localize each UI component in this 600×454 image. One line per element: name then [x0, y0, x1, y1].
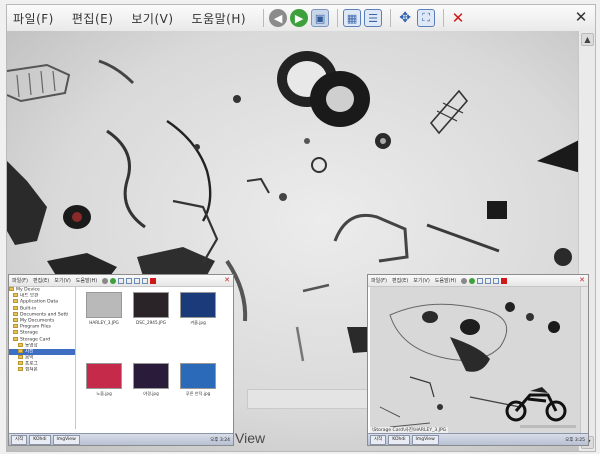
taskbar: 시작 KOhdi ImgView 오후 3:25	[368, 433, 588, 445]
motorcycle-parts-photo	[370, 287, 580, 433]
menu-bar: 파일(F) 편집(E) 보기(V) 도움말(H) ✕	[368, 275, 588, 287]
menu-help[interactable]: 도움말(H)	[76, 277, 97, 284]
menu-help[interactable]: 도움말(H)	[435, 277, 456, 284]
thumbnail-image	[86, 362, 122, 389]
thumbnail-item[interactable]: 겨울.jpg	[178, 292, 218, 359]
folder-icon	[18, 355, 23, 360]
thumbnail-item[interactable]: 노을.jpg	[84, 362, 124, 430]
image-icon[interactable]: ▣	[311, 9, 330, 27]
menu-bar: 파일(F) 편집(E) 보기(V) 도움말(H) ◀ ▶ ▣ ▦ ☰ ✥ ⛶ ✕…	[7, 5, 595, 32]
menu-edit[interactable]: 편집(E)	[33, 277, 49, 284]
close-button[interactable]: ✕	[579, 276, 585, 285]
menu-bar: 파일(F) 편집(E) 보기(V) 도움말(H) ✕	[9, 275, 233, 287]
image-viewer-window: 파일(F) 편집(E) 보기(V) 도움말(H) ✕ 시작 KOhdi ImgV…	[367, 274, 589, 446]
back-icon[interactable]: ◀	[269, 9, 288, 27]
start-button[interactable]: 시작	[11, 434, 28, 445]
thumbnail-grid: HARLEY_3.JPG DSC_2945.JPG 겨울.jpg 노을.jpg …	[76, 287, 231, 429]
taskbar: 시작 KOhdi ImgView 오후 3:24	[9, 433, 233, 445]
close-button[interactable]: ✕	[224, 276, 230, 285]
toolbar-separator	[443, 9, 445, 27]
thumbnail-image	[133, 362, 169, 389]
start-button[interactable]: 시작	[370, 434, 387, 445]
folder-icon	[13, 330, 18, 335]
thumbnail-view-icon[interactable]	[126, 277, 133, 284]
folder-icon	[13, 299, 18, 304]
thumbnail-caption: 야경.jpg	[143, 390, 159, 396]
menu-edit[interactable]: 편집(E)	[392, 277, 408, 284]
delete-icon[interactable]: ✕	[449, 9, 467, 27]
taskbar-item[interactable]: ImgView	[52, 434, 80, 445]
thumbnail-view-icon[interactable]	[485, 277, 492, 284]
thumbnail-caption: 겨울.jpg	[190, 320, 206, 325]
delete-icon[interactable]	[150, 277, 157, 284]
back-icon[interactable]	[461, 277, 468, 284]
horizontal-scrollbar[interactable]	[247, 389, 369, 409]
view-watermark: View	[235, 430, 266, 446]
taskbar-item[interactable]: KOhdi	[29, 434, 51, 445]
image-icon[interactable]	[118, 277, 125, 284]
forward-icon[interactable]: ▶	[290, 9, 309, 27]
menu-file[interactable]: 파일(F)	[7, 10, 54, 27]
thumbnail-item[interactable]: 야경.jpg	[131, 362, 171, 430]
thumbnail-image	[133, 292, 169, 318]
thumbnail-caption: HARLEY_3.JPG	[89, 320, 119, 325]
menu-view[interactable]: 보기(V)	[125, 10, 173, 27]
list-view-icon[interactable]: ☰	[364, 9, 383, 27]
menu-file[interactable]: 파일(F)	[371, 277, 387, 284]
photo-display	[370, 287, 580, 433]
close-button[interactable]: ✕	[573, 9, 589, 25]
forward-icon[interactable]	[110, 277, 117, 284]
taskbar-clock: 오후 3:25	[565, 437, 585, 443]
toolbar-separator	[390, 9, 392, 27]
menu-file[interactable]: 파일(F)	[12, 277, 28, 284]
back-icon[interactable]	[102, 277, 109, 284]
menu-view[interactable]: 보기(V)	[413, 277, 430, 284]
folder-icon	[18, 367, 23, 372]
folder-icon	[9, 287, 14, 291]
menu-view[interactable]: 보기(V)	[54, 277, 71, 284]
list-view-icon[interactable]	[134, 277, 141, 284]
taskbar-item[interactable]: KOhdi	[388, 434, 410, 445]
thumbnail-caption: 푸른 언덕.jpg	[185, 390, 211, 396]
fullscreen-icon[interactable]: ⛶	[417, 9, 436, 27]
folder-icon	[13, 293, 18, 298]
toolbar-separator	[263, 9, 265, 27]
taskbar-clock: 오후 3:24	[210, 437, 230, 443]
fullscreen-icon[interactable]	[142, 277, 149, 284]
image-icon[interactable]	[477, 277, 484, 284]
folder-icon	[13, 324, 18, 329]
folder-tree: My Device 내드 보관 Application Data Built-i…	[9, 287, 76, 429]
thumbnail-item[interactable]: DSC_2945.JPG	[131, 292, 171, 359]
thumbnail-image	[86, 292, 122, 318]
thumbnail-item[interactable]: 푸른 언덕.jpg	[178, 362, 218, 430]
forward-icon[interactable]	[469, 277, 476, 284]
thumbnail-image	[180, 292, 216, 318]
vertical-scrollbar[interactable]	[580, 287, 588, 433]
thumbnail-caption: DSC_2945.JPG	[136, 320, 166, 325]
folder-icon	[13, 305, 18, 310]
folder-icon	[13, 317, 18, 322]
file-browser-window: 파일(F) 편집(E) 보기(V) 도움말(H) ✕ My Device 내드 …	[8, 274, 234, 446]
status-path: \Storage Card\사진\HARLEY_3.JPG	[370, 427, 449, 433]
thumbnail-view-icon[interactable]: ▦	[343, 9, 362, 27]
move-icon[interactable]: ✥	[396, 9, 414, 27]
folder-icon	[13, 336, 18, 341]
folder-icon	[18, 361, 23, 366]
menu-help[interactable]: 도움말(H)	[186, 10, 247, 27]
folder-icon	[18, 342, 23, 347]
thumbnail-caption: 노을.jpg	[96, 390, 112, 396]
delete-icon[interactable]	[501, 277, 508, 284]
toolbar-separator	[337, 9, 339, 27]
thumbnail-item[interactable]: HARLEY_3.JPG	[84, 292, 124, 359]
folder-icon	[13, 311, 18, 316]
taskbar-item[interactable]: ImgView	[411, 434, 439, 445]
fullscreen-icon[interactable]	[493, 277, 500, 284]
folder-icon	[18, 348, 23, 353]
thumbnail-image	[180, 362, 216, 389]
tree-item[interactable]: 캡쳐본	[9, 367, 75, 373]
scroll-up-icon[interactable]: ▲	[581, 33, 594, 46]
menu-edit[interactable]: 편집(E)	[66, 10, 114, 27]
